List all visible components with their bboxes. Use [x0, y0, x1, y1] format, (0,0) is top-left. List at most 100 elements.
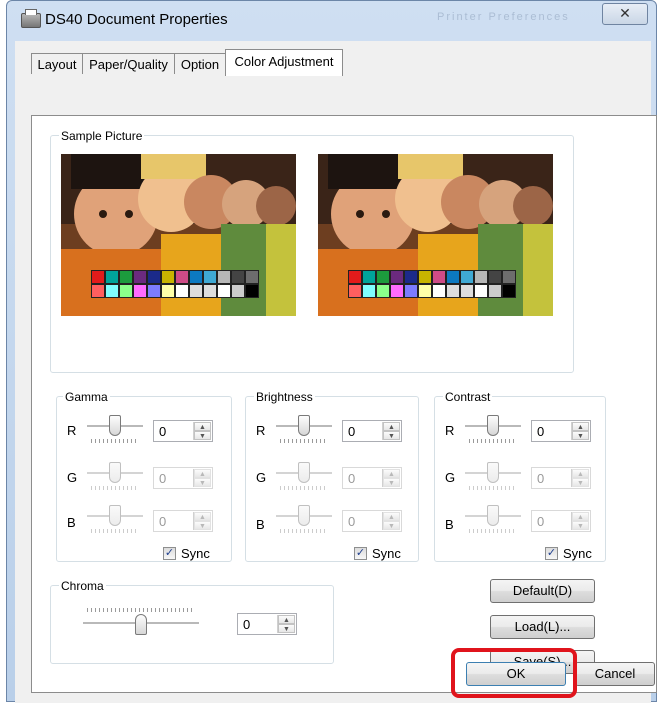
- slider-ticks: [280, 439, 328, 443]
- color-swatch: [119, 270, 133, 284]
- color-swatch-row: [348, 270, 516, 284]
- brightness-g-slider-thumb[interactable]: [298, 462, 310, 483]
- color-swatch: [203, 270, 217, 284]
- gamma-b-slider-thumb[interactable]: [109, 505, 121, 526]
- channel-label-g: G: [256, 470, 267, 485]
- spin-up-icon[interactable]: ▲: [383, 469, 400, 478]
- color-swatch: [432, 270, 446, 284]
- spin-down-icon[interactable]: ▼: [278, 624, 295, 633]
- tab-paper-quality[interactable]: Paper/Quality: [82, 53, 175, 74]
- slider-ticks: [91, 529, 139, 533]
- chroma-value: 0: [243, 617, 251, 632]
- gamma-r-spinbox[interactable]: 0 ▲ ▼: [153, 420, 213, 442]
- contrast-r-slider-thumb[interactable]: [487, 415, 499, 436]
- slider-ticks: [469, 486, 517, 490]
- gamma-g-spinbox[interactable]: 0 ▲ ▼: [153, 467, 213, 489]
- spin-up-icon[interactable]: ▲: [572, 512, 589, 521]
- color-swatch: [91, 284, 105, 298]
- color-swatch: [105, 284, 119, 298]
- spin-down-icon[interactable]: ▼: [383, 478, 400, 487]
- color-swatch: [119, 284, 133, 298]
- tab-layout[interactable]: Layout: [31, 53, 83, 74]
- tab-option[interactable]: Option: [174, 53, 226, 74]
- color-swatch: [362, 270, 376, 284]
- spin-up-icon[interactable]: ▲: [572, 422, 589, 431]
- contrast-sync-checkbox[interactable]: ✓: [545, 547, 558, 560]
- color-swatch: [474, 270, 488, 284]
- brightness-label: Brightness: [254, 390, 315, 404]
- channel-label-r: R: [445, 423, 455, 438]
- load-button[interactable]: Load(L)...: [490, 615, 595, 639]
- color-swatch: [446, 284, 460, 298]
- color-swatch-row: [91, 270, 259, 284]
- spin-down-icon[interactable]: ▼: [572, 431, 589, 440]
- color-swatch: [404, 284, 418, 298]
- channel-label-b: B: [256, 517, 265, 532]
- spin-up-icon[interactable]: ▲: [194, 512, 211, 521]
- color-swatch: [432, 284, 446, 298]
- contrast-g-spinbox[interactable]: 0 ▲ ▼: [531, 467, 591, 489]
- contrast-b-slider-thumb[interactable]: [487, 505, 499, 526]
- color-swatch: [161, 284, 175, 298]
- contrast-b-spinbox[interactable]: 0 ▲ ▼: [531, 510, 591, 532]
- spin-down-icon[interactable]: ▼: [194, 478, 211, 487]
- spin-up-icon[interactable]: ▲: [278, 615, 295, 624]
- gamma-b-value: 0: [159, 514, 167, 529]
- spin-down-icon[interactable]: ▼: [383, 521, 400, 530]
- tab-color-adjustment[interactable]: Color Adjustment: [225, 49, 343, 76]
- contrast-group: Contrast R 0 ▲ ▼ G 0 ▲ ▼ B 0 ▲ ▼ ✓ Sync: [434, 390, 606, 562]
- slider-ticks: [91, 439, 139, 443]
- spin-up-icon[interactable]: ▲: [383, 512, 400, 521]
- color-swatch: [446, 270, 460, 284]
- brightness-g-spinbox[interactable]: 0 ▲ ▼: [342, 467, 402, 489]
- slider-ticks: [469, 529, 517, 533]
- contrast-r-spinbox[interactable]: 0 ▲ ▼: [531, 420, 591, 442]
- spin-down-icon[interactable]: ▼: [194, 431, 211, 440]
- spin-down-icon[interactable]: ▼: [194, 521, 211, 530]
- color-adjustment-panel: Sample Picture Gamma R 0 ▲ ▼ G 0 ▲ ▼ B 0…: [31, 115, 657, 693]
- slider-ticks: [280, 529, 328, 533]
- color-swatch: [362, 284, 376, 298]
- chroma-label: Chroma: [59, 579, 106, 593]
- channel-label-g: G: [445, 470, 456, 485]
- chroma-slider-thumb[interactable]: [135, 614, 147, 635]
- spin-down-icon[interactable]: ▼: [383, 431, 400, 440]
- sample-image-adjusted: [318, 154, 553, 316]
- gamma-b-spinbox[interactable]: 0 ▲ ▼: [153, 510, 213, 532]
- brightness-b-spinbox[interactable]: 0 ▲ ▼: [342, 510, 402, 532]
- close-button[interactable]: ✕: [602, 3, 648, 25]
- cancel-button[interactable]: Cancel: [575, 662, 655, 686]
- gamma-r-slider-thumb[interactable]: [109, 415, 121, 436]
- color-swatch: [418, 270, 432, 284]
- sample-picture-group: Sample Picture: [50, 129, 574, 373]
- brightness-sync-label[interactable]: Sync: [372, 546, 401, 561]
- channel-label-r: R: [256, 423, 266, 438]
- color-swatch: [133, 270, 147, 284]
- contrast-g-slider-thumb[interactable]: [487, 462, 499, 483]
- spin-up-icon[interactable]: ▲: [194, 469, 211, 478]
- spin-up-icon[interactable]: ▲: [383, 422, 400, 431]
- gamma-g-slider-thumb[interactable]: [109, 462, 121, 483]
- brightness-b-slider-thumb[interactable]: [298, 505, 310, 526]
- chroma-spinbox[interactable]: 0 ▲ ▼: [237, 613, 297, 635]
- spin-down-icon[interactable]: ▼: [572, 478, 589, 487]
- color-swatch: [245, 284, 259, 298]
- slider-ticks: [469, 439, 517, 443]
- contrast-sync-label[interactable]: Sync: [563, 546, 592, 561]
- channel-label-b: B: [445, 517, 454, 532]
- color-swatch: [418, 284, 432, 298]
- color-swatch: [175, 284, 189, 298]
- brightness-r-spinbox[interactable]: 0 ▲ ▼: [342, 420, 402, 442]
- spin-up-icon[interactable]: ▲: [572, 469, 589, 478]
- color-swatch: [245, 270, 259, 284]
- spin-down-icon[interactable]: ▼: [572, 521, 589, 530]
- gamma-sync-label[interactable]: Sync: [181, 546, 210, 561]
- ok-button-highlight: [451, 648, 577, 698]
- default-button[interactable]: Default(D): [490, 579, 595, 603]
- brightness-sync-checkbox[interactable]: ✓: [354, 547, 367, 560]
- color-swatch: [348, 270, 362, 284]
- spin-up-icon[interactable]: ▲: [194, 422, 211, 431]
- brightness-r-slider-thumb[interactable]: [298, 415, 310, 436]
- slider-ticks: [280, 486, 328, 490]
- gamma-sync-checkbox[interactable]: ✓: [163, 547, 176, 560]
